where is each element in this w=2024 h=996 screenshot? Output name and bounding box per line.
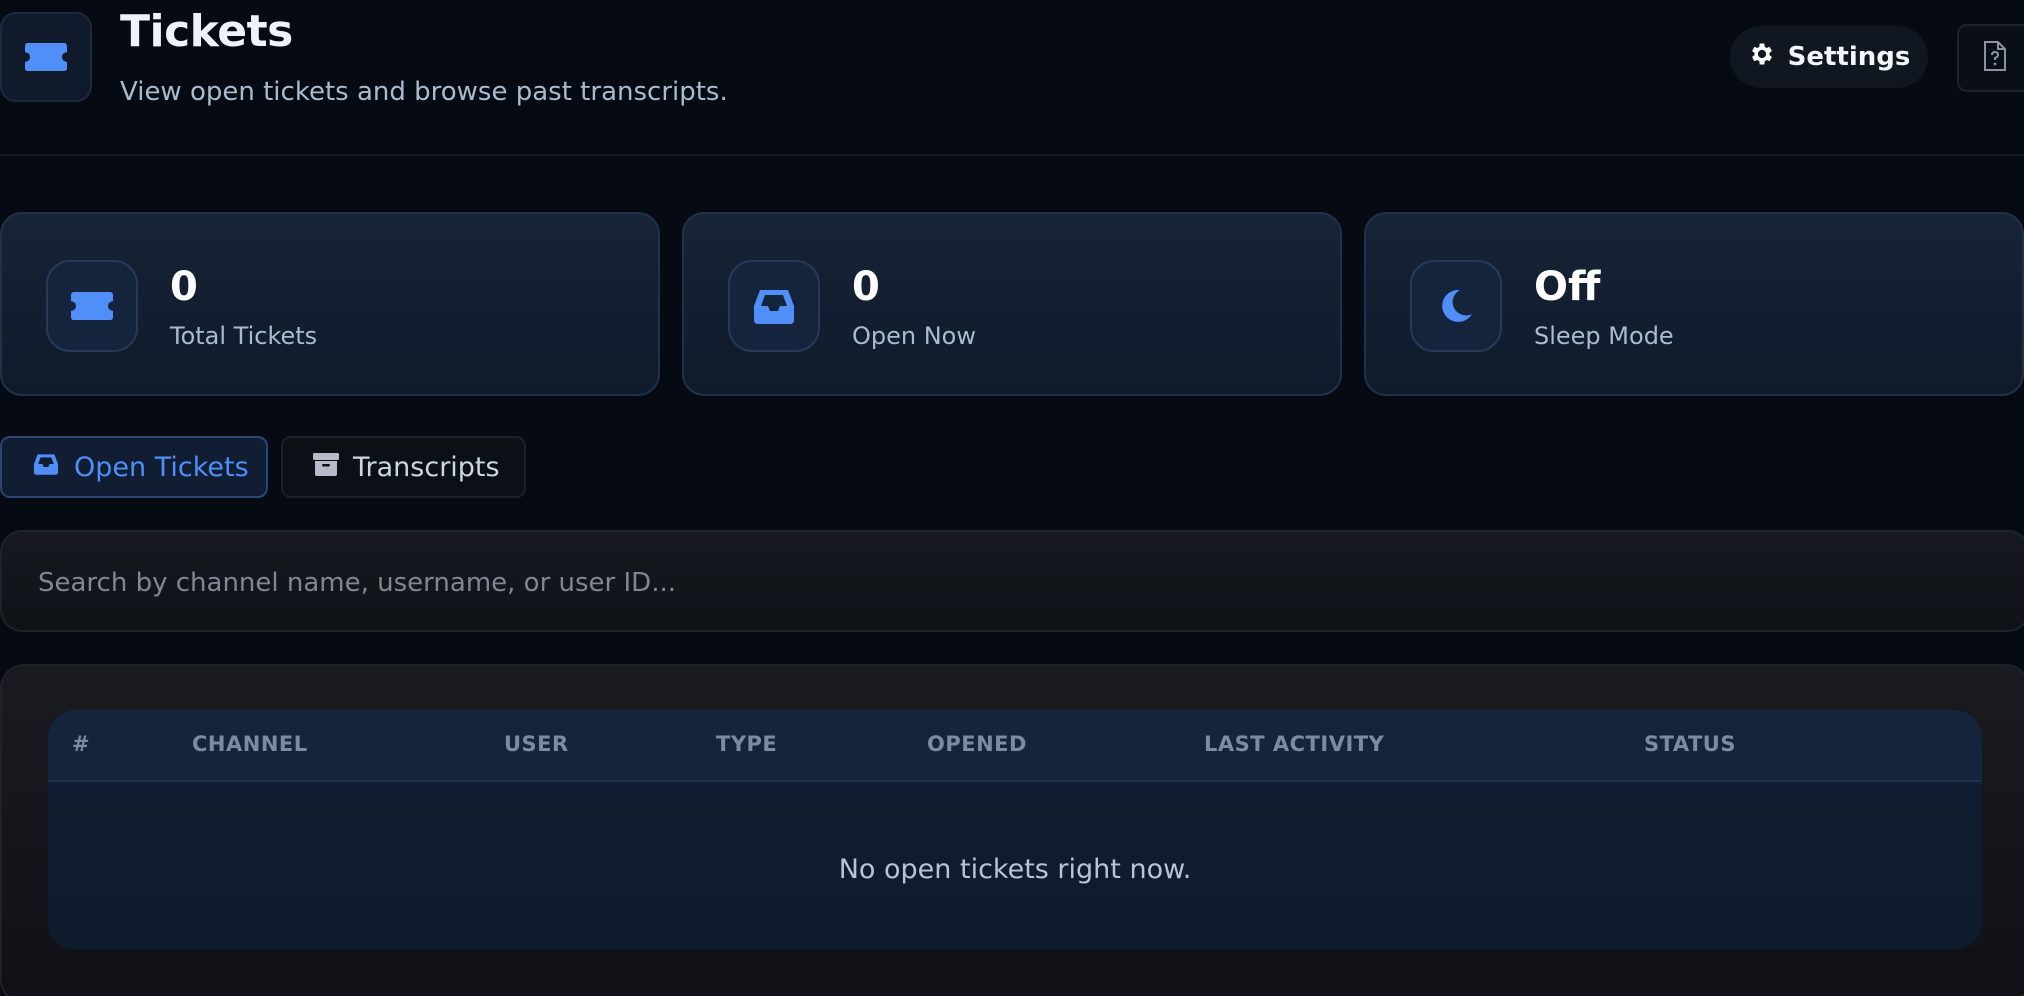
tab-transcripts[interactable]: Transcripts (281, 436, 526, 498)
empty-state-message: No open tickets right now. (838, 854, 1192, 885)
column-header-channel[interactable]: CHANNEL (192, 732, 308, 756)
column-header-user[interactable]: USER (504, 732, 569, 756)
gear-icon (1748, 40, 1776, 75)
tab-open-tickets[interactable]: Open Tickets (0, 436, 268, 498)
table-header: # CHANNEL USER TYPE OPENED LAST ACTIVITY… (48, 710, 1982, 782)
moon-icon (1410, 260, 1502, 352)
archive-icon (313, 452, 339, 483)
column-header-number[interactable]: # (72, 732, 90, 756)
column-header-type[interactable]: TYPE (716, 732, 777, 756)
tickets-table: # CHANNEL USER TYPE OPENED LAST ACTIVITY… (48, 710, 1982, 950)
stat-card-total-tickets: 0 Total Tickets (0, 212, 660, 396)
stat-card-sleep-mode: Off Sleep Mode (1364, 212, 2024, 396)
stat-label: Open Now (852, 322, 976, 350)
header-divider (0, 154, 2024, 156)
stat-value: 0 (170, 264, 198, 310)
stat-card-open-now: 0 Open Now (682, 212, 1342, 396)
ticket-icon (46, 260, 138, 352)
inbox-icon (32, 452, 60, 483)
page-title: Tickets (120, 6, 293, 57)
stat-label: Sleep Mode (1534, 322, 1674, 350)
tickets-page: Tickets View open tickets and browse pas… (0, 0, 2024, 996)
settings-button[interactable]: Settings (1730, 26, 1928, 88)
tab-label: Transcripts (353, 451, 500, 483)
column-header-opened[interactable]: OPENED (927, 732, 1027, 756)
tab-label: Open Tickets (74, 451, 249, 483)
stat-value: Off (1534, 264, 1601, 310)
header-ticket-icon (0, 12, 92, 102)
stat-value: 0 (852, 264, 880, 310)
column-header-last-activity[interactable]: LAST ACTIVITY (1204, 732, 1384, 756)
help-file-icon (1982, 40, 2008, 76)
settings-label: Settings (1787, 42, 1911, 72)
page-subtitle: View open tickets and browse past transc… (120, 77, 728, 107)
search-box (0, 530, 2024, 632)
stat-label: Total Tickets (170, 322, 318, 350)
column-header-status[interactable]: STATUS (1644, 732, 1736, 756)
search-input[interactable] (38, 560, 1938, 606)
inbox-icon (728, 260, 820, 352)
help-button[interactable] (1957, 24, 2024, 92)
tickets-table-panel: # CHANNEL USER TYPE OPENED LAST ACTIVITY… (0, 664, 2024, 996)
